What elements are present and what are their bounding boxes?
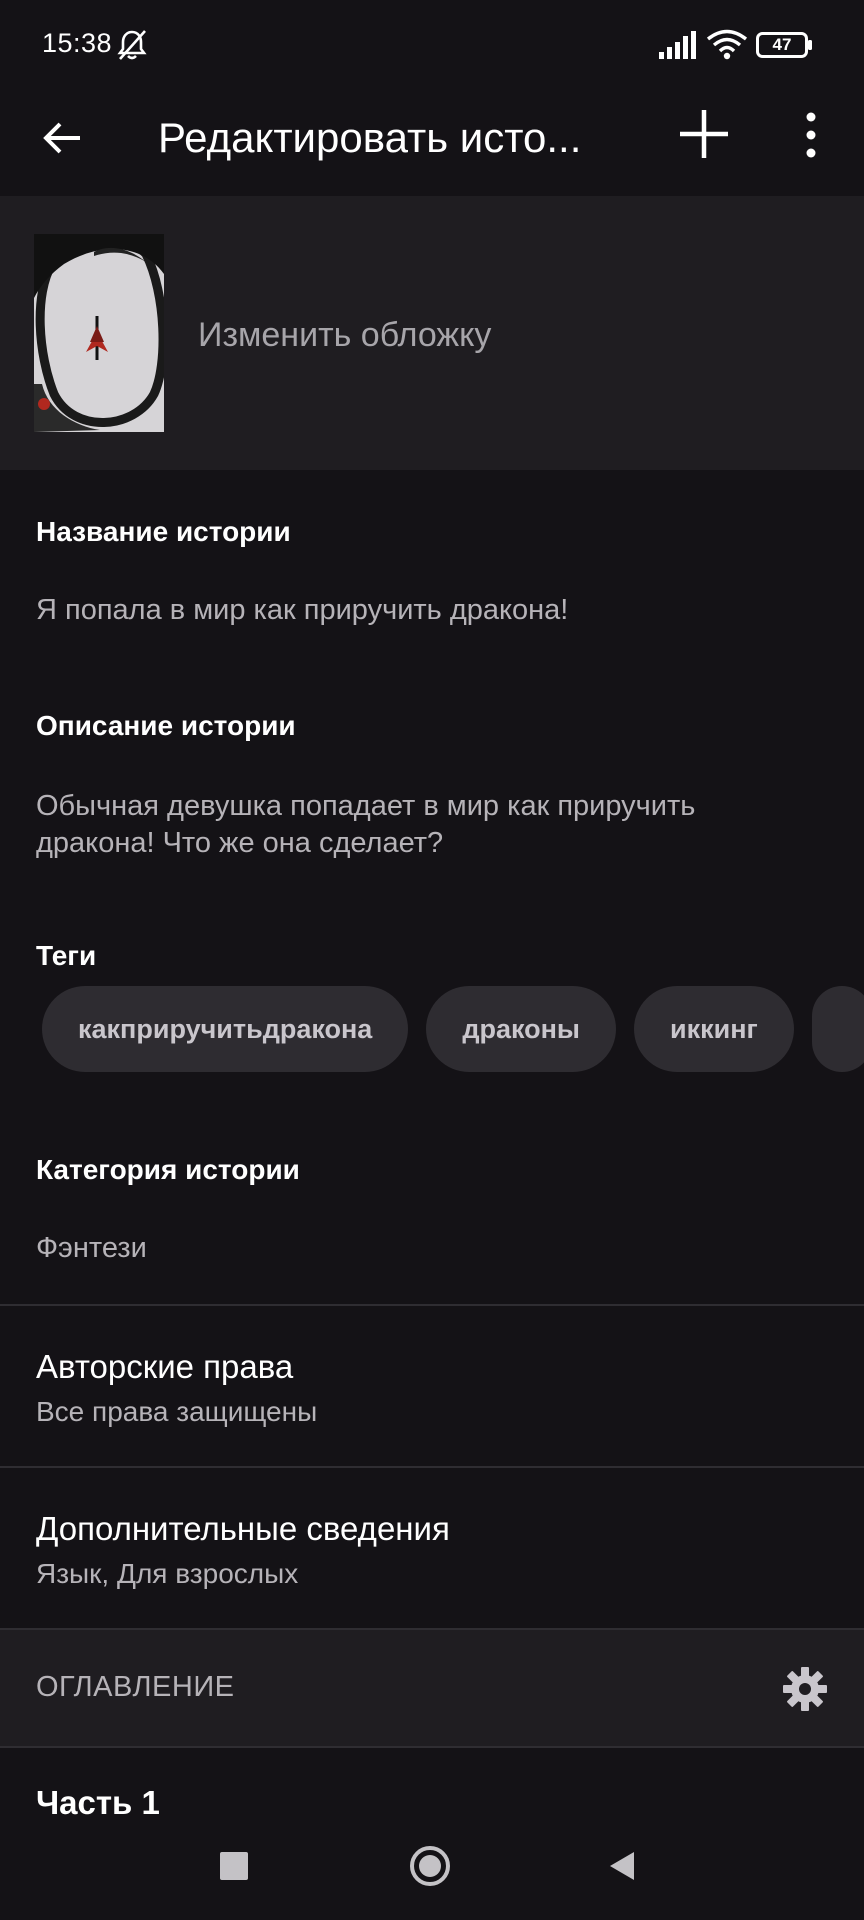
back-arrow-icon[interactable] — [38, 114, 86, 162]
more-options-icon[interactable] — [796, 110, 826, 160]
divider — [0, 1746, 864, 1748]
tag-chip-partial[interactable] — [811, 986, 864, 1072]
add-icon[interactable] — [676, 106, 732, 162]
additional-info-title[interactable]: Дополнительные сведения — [36, 1510, 450, 1548]
story-description-line1[interactable]: Обычная девушка попадает в мир как приру… — [36, 788, 695, 825]
edit-story-screen: 15:38 47 Редактировать исто... Изменить … — [0, 0, 864, 1920]
recent-apps-icon[interactable] — [220, 1852, 248, 1880]
page-title: Редактировать исто... — [158, 114, 582, 161]
copyright-title[interactable]: Авторские права — [36, 1348, 293, 1386]
category-value[interactable]: Фэнтези — [36, 1230, 147, 1267]
story-description-line2[interactable]: дракона! Что же она сделает? — [36, 825, 443, 862]
tags-row: какприручитьдракона драконы иккинг — [42, 986, 864, 1072]
toc-label: ОГЛАВЛЕНИЕ — [36, 1671, 235, 1703]
copyright-value[interactable]: Все права защищены — [36, 1396, 317, 1428]
table-of-contents-header: ОГЛАВЛЕНИЕ — [0, 1630, 864, 1746]
home-icon[interactable] — [410, 1846, 450, 1886]
story-description-label: Описание истории — [36, 710, 296, 741]
tag-chip[interactable]: драконы — [426, 986, 616, 1072]
tag-chip[interactable]: какприручитьдракона — [42, 986, 409, 1072]
cover-section[interactable]: Изменить обложку — [0, 196, 864, 470]
story-title-label: Название истории — [36, 516, 291, 547]
category-label: Категория истории — [36, 1154, 300, 1185]
wifi-icon — [706, 29, 748, 60]
gear-icon[interactable] — [782, 1666, 828, 1712]
divider — [0, 1304, 864, 1306]
cover-image[interactable] — [34, 234, 164, 432]
additional-info-value[interactable]: Язык, Для взрослых — [36, 1558, 298, 1590]
system-back-icon[interactable] — [608, 1850, 636, 1882]
battery-icon: 47 — [756, 32, 814, 58]
change-cover-label[interactable]: Изменить обложку — [198, 316, 491, 355]
divider — [0, 1466, 864, 1468]
story-title-value[interactable]: Я попала в мир как приручить дракона! — [36, 592, 568, 629]
bell-muted-icon — [117, 30, 147, 60]
tag-chip[interactable]: иккинг — [633, 986, 794, 1072]
tags-label: Теги — [36, 940, 97, 971]
battery-level: 47 — [772, 35, 792, 54]
signal-icon — [659, 31, 696, 59]
status-time: 15:38 — [42, 28, 113, 58]
